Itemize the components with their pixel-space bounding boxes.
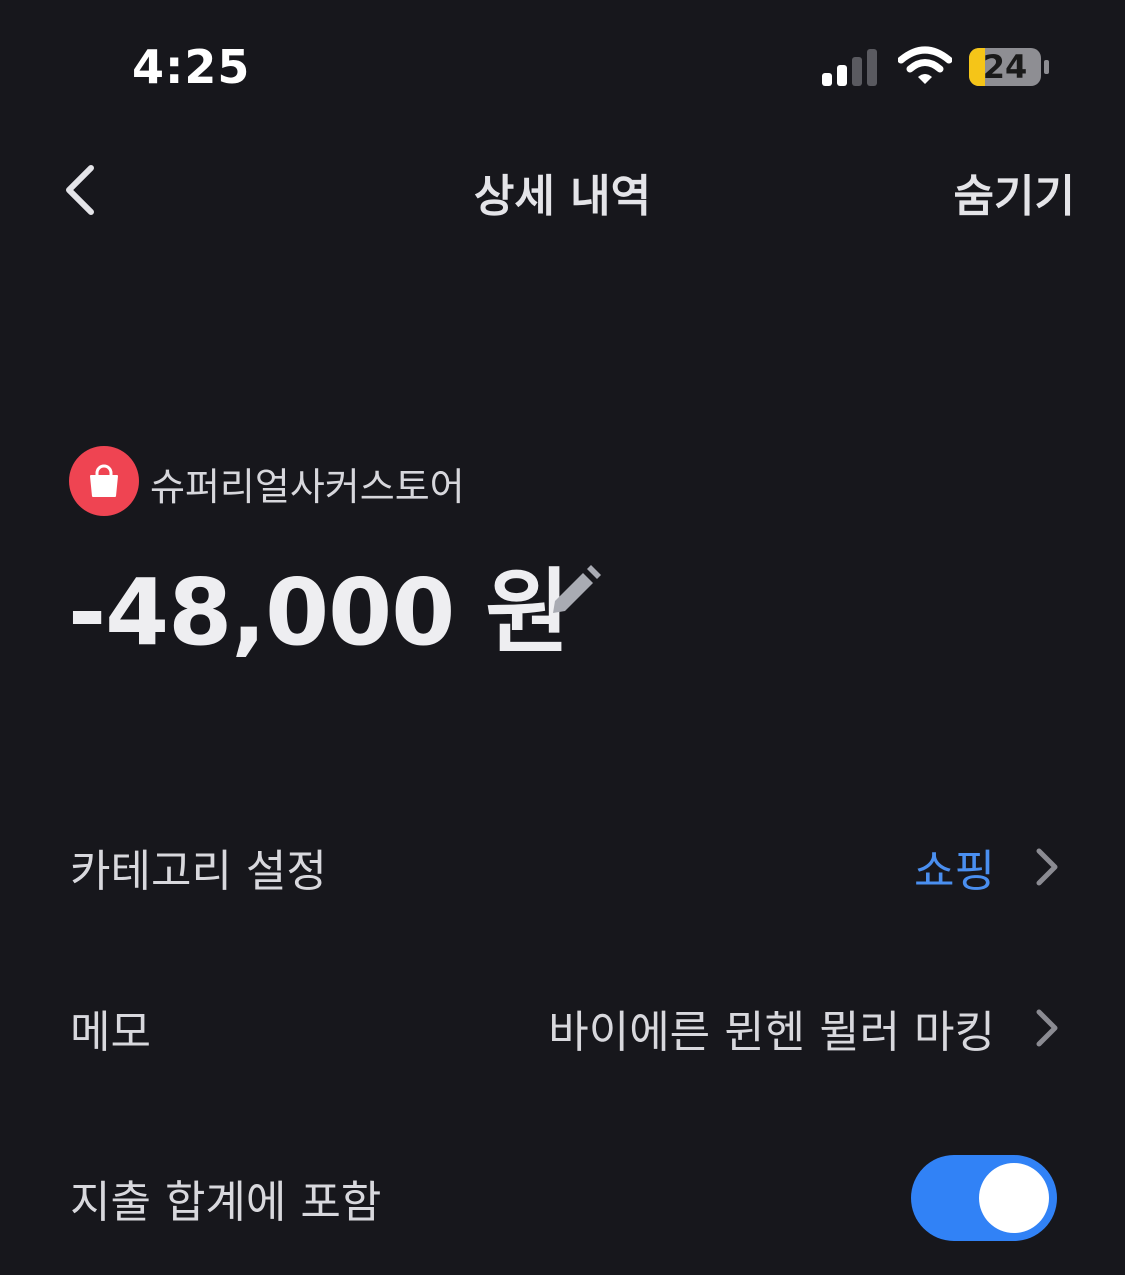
memo-value: 바이에른 뮌헨 뮐러 마킹 xyxy=(548,1007,995,1058)
pencil-icon xyxy=(553,565,601,613)
category-value: 쇼핑 xyxy=(914,846,995,897)
wifi-icon xyxy=(898,46,952,84)
edit-amount-button[interactable] xyxy=(540,558,608,626)
memo-row[interactable]: 메모 바이에른 뮌헨 뮐러 마킹 xyxy=(0,973,1125,1083)
merchant-name: 슈퍼리얼사커스토어 xyxy=(150,465,465,509)
shopping-bag-icon xyxy=(90,464,118,497)
include-in-total-label: 지출 합계에 포함 xyxy=(70,1177,382,1228)
hide-button[interactable]: 숨기기 xyxy=(954,160,1075,224)
merchant-icon xyxy=(69,446,139,516)
category-row[interactable]: 카테고리 설정 쇼핑 xyxy=(0,812,1125,922)
chevron-right-icon xyxy=(1036,848,1058,886)
chevron-right-icon xyxy=(1036,1009,1058,1047)
battery-level: 24 xyxy=(982,48,1028,86)
memo-label: 메모 xyxy=(70,1007,151,1058)
include-in-total-row: 지출 합계에 포함 xyxy=(0,1143,1125,1253)
transaction-amount: -48,000 원 xyxy=(68,559,570,666)
include-in-total-toggle[interactable] xyxy=(911,1155,1057,1241)
category-label: 카테고리 설정 xyxy=(70,846,327,897)
signal-icon xyxy=(822,49,877,86)
status-time: 4:25 xyxy=(132,40,251,94)
toggle-knob xyxy=(979,1163,1049,1233)
